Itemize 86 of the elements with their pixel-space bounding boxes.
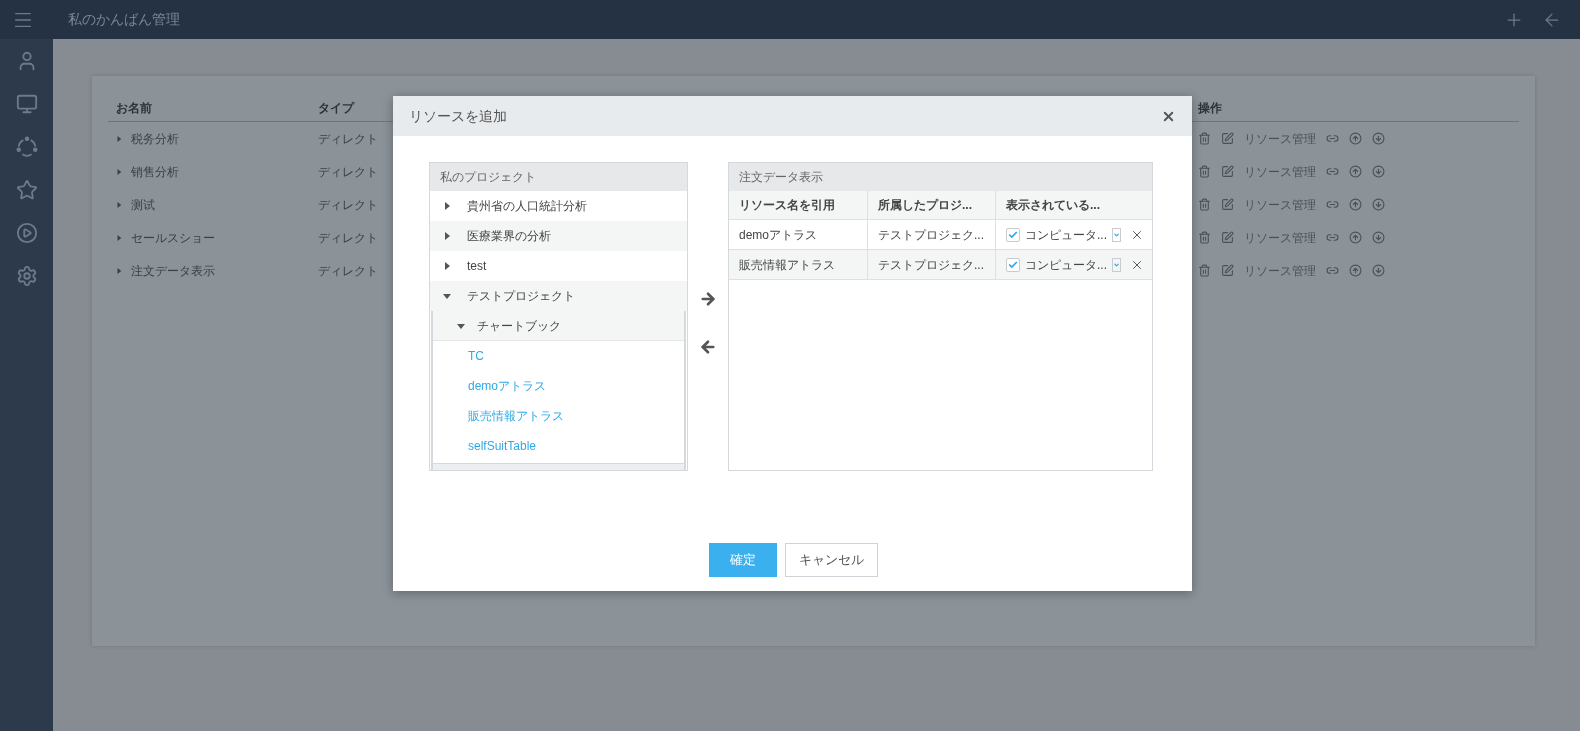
tree-leaf[interactable]: demoアトラス	[433, 371, 684, 401]
monitor-icon[interactable]	[15, 93, 38, 115]
cancel-button[interactable]: キャンセル	[784, 543, 878, 577]
caret-right-icon[interactable]	[443, 202, 451, 210]
caret-right-icon[interactable]	[116, 267, 122, 274]
move-down-icon[interactable]	[1372, 231, 1385, 244]
panel-title: 注文データ表示	[729, 163, 1152, 191]
tree-item[interactable]: 医療業界の分析	[430, 221, 687, 251]
table-cell: ディレクト	[318, 230, 378, 245]
settings-icon[interactable]	[15, 265, 38, 287]
move-up-icon[interactable]	[1349, 132, 1362, 145]
caret-right-icon[interactable]	[443, 232, 451, 240]
trash-icon[interactable]	[1198, 231, 1211, 244]
edit-icon[interactable]	[1221, 132, 1234, 145]
table-cell-text: 测试	[131, 196, 155, 214]
edit-icon[interactable]	[1221, 198, 1234, 211]
panel-title: 私のプロジェクト	[430, 163, 687, 191]
table-cell-text: 销售分析	[131, 163, 179, 181]
resource-link[interactable]: リソース管理	[1244, 195, 1316, 214]
table-cell: demoアトラス	[729, 220, 868, 249]
column-header: 表示されている...	[1005, 197, 1101, 214]
tree-leaf[interactable]: selfSuitTable	[433, 431, 684, 461]
table-cell: ディレクト	[318, 263, 378, 278]
column-header: リソース名を引用	[729, 191, 868, 219]
table-cell-text: 注文データ表示	[131, 262, 215, 280]
tree-leaf[interactable]: 販売情報アトラス	[433, 401, 684, 431]
caret-down-icon[interactable]	[457, 321, 465, 330]
move-down-icon[interactable]	[1372, 198, 1385, 211]
resource-link[interactable]: リソース管理	[1244, 129, 1316, 148]
table-cell-text: セールスショー	[131, 229, 215, 247]
table-cell-text: 税务分析	[131, 130, 179, 148]
resource-link[interactable]: リソース管理	[1244, 162, 1316, 181]
caret-right-icon[interactable]	[443, 262, 451, 270]
caret-right-icon[interactable]	[116, 201, 122, 208]
app-title: 私のかんばん管理	[68, 10, 180, 29]
link-icon[interactable]	[1326, 198, 1339, 211]
edit-icon[interactable]	[1221, 231, 1234, 244]
move-left-icon[interactable]	[699, 338, 717, 356]
column-header: お名前	[115, 99, 153, 117]
caret-right-icon[interactable]	[116, 135, 122, 142]
trash-icon[interactable]	[1198, 264, 1211, 277]
edit-icon[interactable]	[1221, 165, 1234, 178]
trash-icon[interactable]	[1198, 132, 1211, 145]
tree-item[interactable]: チャートブック	[433, 311, 684, 341]
star-icon[interactable]	[15, 179, 38, 201]
dropdown-icon[interactable]	[1112, 257, 1121, 272]
display-select[interactable]: コンピュータ...	[1025, 255, 1107, 274]
move-up-icon[interactable]	[1349, 165, 1362, 178]
resource-link[interactable]: リソース管理	[1244, 261, 1316, 280]
move-up-icon[interactable]	[1349, 264, 1362, 277]
edit-icon[interactable]	[1221, 264, 1234, 277]
move-up-icon[interactable]	[1349, 198, 1362, 211]
tree-leaf[interactable]: TC	[433, 341, 684, 371]
resource-link[interactable]: リソース管理	[1244, 228, 1316, 247]
column-header: 所属したプロジ...	[868, 191, 996, 219]
confirm-button[interactable]: 確定	[708, 543, 777, 577]
trash-icon[interactable]	[1198, 165, 1211, 178]
table-cell: 販売情報アトラス	[729, 250, 868, 279]
dropdown-icon[interactable]	[1112, 227, 1121, 242]
table-cell: テストプロジェク...	[868, 220, 996, 249]
trash-icon[interactable]	[1198, 198, 1211, 211]
move-right-icon[interactable]	[699, 290, 717, 308]
move-up-icon[interactable]	[1349, 231, 1362, 244]
column-header: 操作	[1198, 99, 1222, 117]
table-cell: テストプロジェク...	[868, 250, 996, 279]
display-select[interactable]: コンピュータ...	[1025, 225, 1107, 244]
link-icon[interactable]	[1326, 165, 1339, 178]
link-icon[interactable]	[1326, 231, 1339, 244]
ring-icon[interactable]	[15, 136, 38, 158]
table-cell: ディレクト	[318, 131, 378, 146]
move-down-icon[interactable]	[1372, 165, 1385, 178]
move-down-icon[interactable]	[1372, 132, 1385, 145]
move-down-icon[interactable]	[1372, 264, 1385, 277]
column-header: タイプ	[318, 100, 354, 115]
link-icon[interactable]	[1326, 132, 1339, 145]
table-cell: ディレクト	[318, 197, 378, 212]
checkbox[interactable]	[1006, 227, 1020, 242]
caret-right-icon[interactable]	[116, 168, 122, 175]
dialog-title: リソースを追加	[409, 106, 507, 126]
play-icon[interactable]	[15, 222, 38, 244]
tree-item[interactable]: テストプロジェクト	[430, 281, 687, 311]
checkbox[interactable]	[1006, 257, 1020, 272]
link-icon[interactable]	[1326, 264, 1339, 277]
caret-right-icon[interactable]	[116, 234, 122, 241]
table-cell: ディレクト	[318, 164, 378, 179]
caret-down-icon[interactable]	[443, 292, 451, 300]
